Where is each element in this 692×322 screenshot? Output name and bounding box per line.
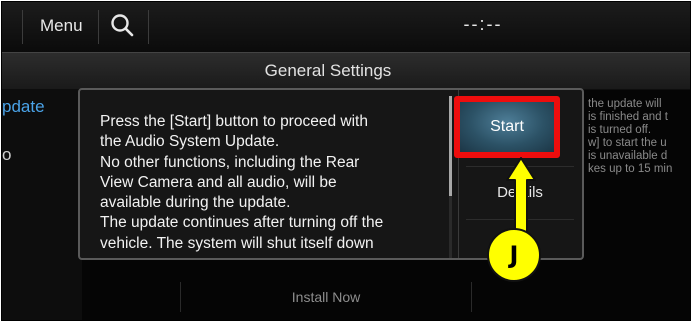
description-line: is finished and t [588,111,668,123]
title-bar: General Settings [2,52,690,90]
description-line: is unavailable d [588,150,668,162]
head-unit-screen: Menu --:-- General Settings pdate o the … [1,1,691,321]
description-line: w] to start the u [588,137,667,149]
message-line: No other functions, including the Rear [100,153,360,171]
settings-list: pdate o [2,89,82,320]
message-line: The update continues after turning off t… [100,214,384,232]
callout-marker: J [487,228,541,282]
background-description: the update will is finished and t is tur… [588,98,690,176]
message-line: Press the [Start] button to proceed with [100,113,368,130]
top-bar: Menu --:-- [2,2,690,52]
list-item-update[interactable]: pdate [2,97,45,117]
page-title: General Settings [264,61,392,80]
start-button[interactable]: Start [454,96,560,158]
top-bar-divider [148,10,149,44]
menu-button[interactable]: Menu [36,13,87,39]
up-arrow-icon [506,157,536,235]
search-icon [111,14,134,37]
list-item-info[interactable]: o [2,145,11,165]
search-button[interactable] [108,11,138,41]
description-line: kes up to 15 min [588,163,673,175]
message-line: the Audio System Update. [100,133,280,151]
scrollbar-thumb[interactable] [449,96,452,196]
description-line: the update will [588,98,662,110]
message-line: vehicle. The system will shut itself dow… [100,234,374,252]
top-bar-divider [98,10,99,44]
clock: --:-- [463,14,503,34]
top-bar-divider [22,10,23,44]
popup-message: Press the [Start] button to proceed with… [100,112,452,254]
message-line: available during the update. [100,194,291,212]
message-line: View Camera and all audio, will be [100,173,337,191]
install-now-button[interactable]: Install Now [180,282,472,312]
description-line: is turned off. [588,124,652,136]
